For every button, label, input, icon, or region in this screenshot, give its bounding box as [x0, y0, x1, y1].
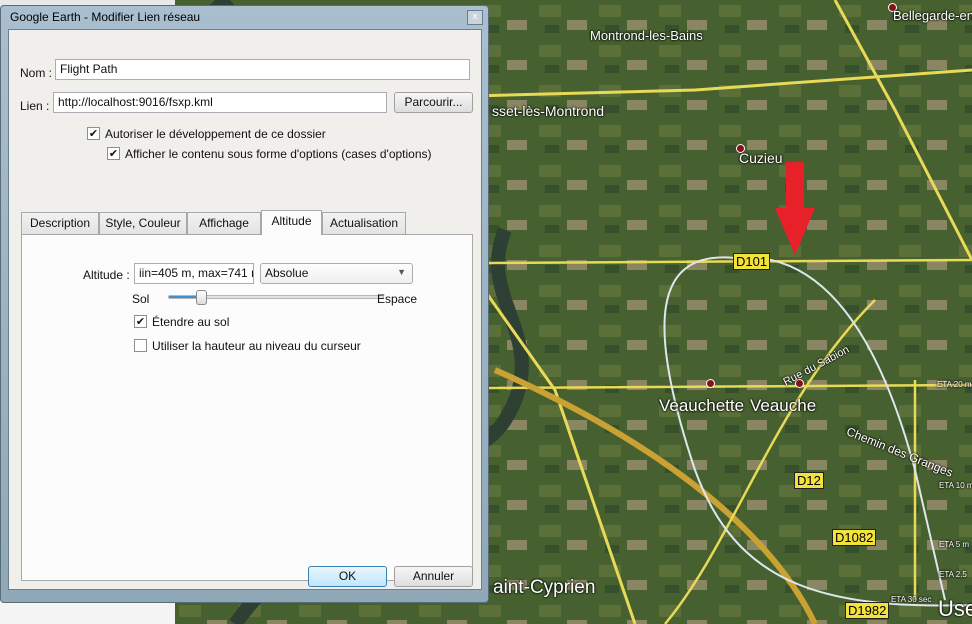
place-label: aint-Cyprien [493, 577, 596, 598]
eta-label: ETA 2.5 [939, 570, 967, 579]
place-label: Cuzieu [739, 150, 783, 166]
eta-label: ETA 10 m [939, 481, 972, 490]
background-window [0, 600, 175, 624]
tab-style-couleur[interactable]: Style, Couleur [99, 212, 187, 234]
show-as-options-label: Afficher le contenu sous forme d'options… [125, 147, 432, 161]
dialog-title: Google Earth - Modifier Lien réseau [10, 10, 201, 24]
tab-actualisation[interactable]: Actualisation [322, 212, 406, 234]
cursor-height-checkbox[interactable] [134, 339, 147, 352]
place-label: Montrond-les-Bains [590, 28, 703, 43]
altitude-label: Altitude : [83, 268, 130, 282]
eta-label: ETA 30 sec [891, 595, 932, 604]
road-shield: D101 [733, 253, 771, 270]
name-label: Nom : [20, 66, 53, 80]
show-as-options-checkbox[interactable]: ✔ [107, 147, 120, 160]
allow-expand-checkbox[interactable]: ✔ [87, 127, 100, 140]
place-label: sset-lès-Montrond [492, 103, 605, 119]
cursor-height-label: Utiliser la hauteur au niveau du curseur [152, 339, 361, 353]
dialog-body: Nom : Flight Path Lien : http://localhos… [8, 29, 482, 590]
road-shield: D12 [794, 472, 824, 489]
browse-button[interactable]: Parcourir... [394, 92, 473, 113]
link-input[interactable]: http://localhost:9016/fsxp.kml [53, 92, 387, 113]
tab-altitude[interactable]: Altitude [261, 210, 322, 235]
slider-min-label: Sol [132, 292, 150, 306]
tab-description[interactable]: Description [21, 212, 99, 234]
chevron-down-icon: ▼ [397, 267, 406, 277]
extend-to-ground-checkbox[interactable]: ✔ [134, 315, 147, 328]
altitude-slider-thumb[interactable] [196, 290, 208, 305]
close-button[interactable]: x [467, 10, 483, 25]
place-label: Bellegarde-en-F [893, 8, 972, 23]
place-label: Use [938, 596, 972, 621]
allow-expand-label: Autoriser le développement de ce dossier [105, 127, 326, 141]
altitude-slider[interactable] [168, 290, 384, 305]
altitude-tab-panel: Altitude : iin=405 m, max=741 m) Absolue… [21, 234, 473, 581]
altitude-input[interactable]: iin=405 m, max=741 m) [134, 263, 254, 284]
link-label: Lien : [20, 99, 50, 113]
eta-label: ETA 20 m [937, 380, 972, 389]
place-marker [706, 379, 715, 388]
altitude-mode-value: Absolue [265, 266, 309, 280]
slider-max-label: Espace [377, 292, 418, 306]
cancel-button[interactable]: Annuler [394, 566, 473, 587]
place-label: Veauche [750, 396, 817, 415]
ok-button[interactable]: OK [308, 566, 387, 587]
place-label: Veauchette [659, 396, 745, 415]
altitude-mode-select[interactable]: Absolue ▼ [260, 263, 413, 284]
tab-affichage[interactable]: Affichage [187, 212, 261, 234]
road-shield: D1982 [845, 602, 890, 619]
name-input[interactable]: Flight Path [55, 59, 470, 80]
road-shield: D1082 [832, 529, 877, 546]
edit-network-link-dialog: Google Earth - Modifier Lien réseau x No… [0, 5, 489, 603]
eta-label: ETA 5 m [939, 540, 970, 549]
extend-to-ground-label: Étendre au sol [152, 315, 230, 329]
